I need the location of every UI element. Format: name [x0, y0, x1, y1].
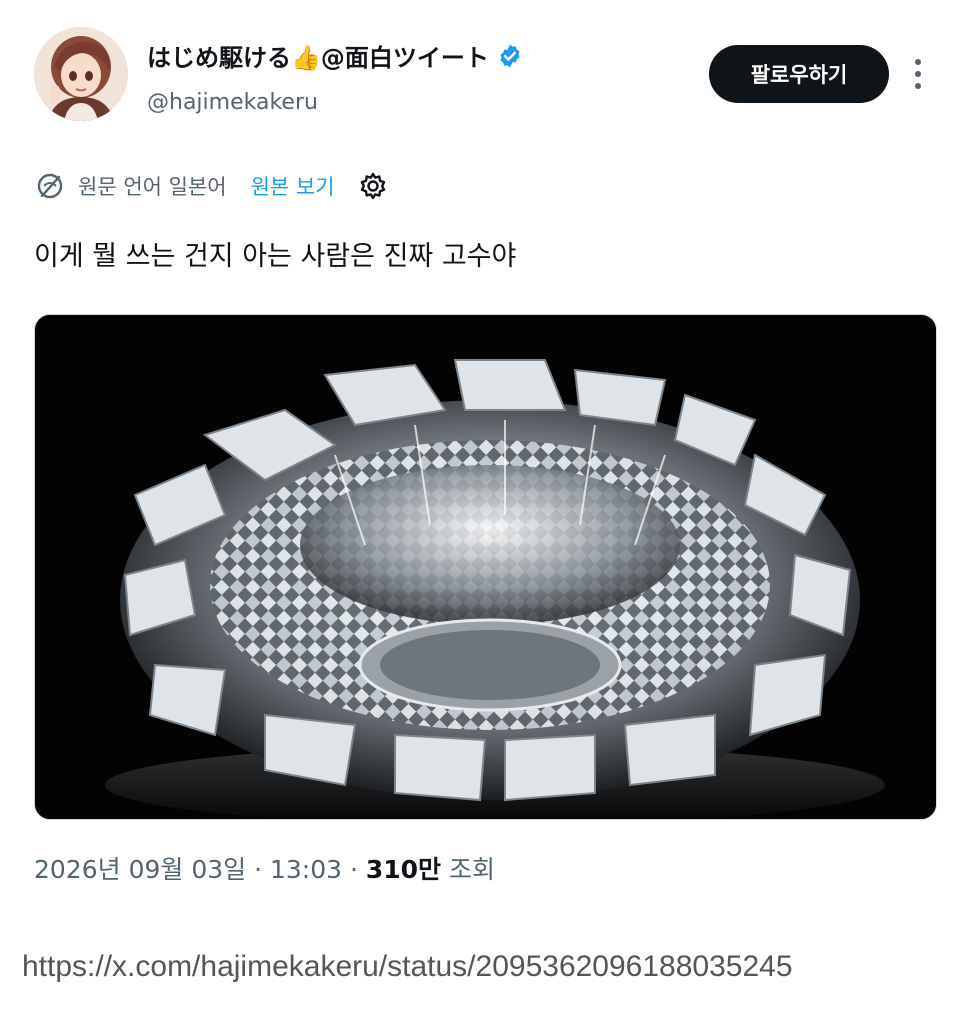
tweet-date[interactable]: 2026년 09월 03일: [34, 855, 246, 884]
settings-gear-icon[interactable]: [357, 170, 389, 202]
views-count: 310만: [365, 855, 442, 884]
translation-bar: 원문 언어 일본어 원본 보기: [34, 166, 389, 206]
avatar[interactable]: [34, 27, 128, 121]
translate-icon: [37, 173, 63, 199]
author-display-name[interactable]: はじめ駆ける👍@面白ツイート: [147, 38, 489, 73]
meta-dot: ·: [342, 855, 366, 884]
tweet-meta: 2026년 09월 03일 · 13:03 · 310만 조회: [34, 850, 495, 886]
tweet-time[interactable]: 13:03: [270, 855, 342, 884]
author-name-row: はじめ駆ける👍@面白ツイート: [147, 38, 523, 73]
tweet-header: はじめ駆ける👍@面白ツイート @hajimekakeru 팔로우하기: [0, 0, 979, 140]
tweet-text: 이게 뭘 쓰는 건지 아는 사람은 진짜 고수야: [34, 241, 517, 272]
views-label: 조회: [441, 855, 496, 884]
follow-button[interactable]: 팔로우하기: [709, 45, 889, 103]
tweet-media[interactable]: [34, 314, 937, 820]
anime-character-avatar-icon: [34, 27, 128, 121]
meta-separator: ·: [246, 855, 270, 884]
crystal-glass-ashtray-photo-icon: [35, 315, 936, 819]
original-language-label: 원문 언어 일본어: [78, 175, 227, 199]
verified-badge-icon: [500, 44, 520, 67]
author-handle[interactable]: @hajimekakeru: [147, 90, 318, 115]
source-url: https://x.com/hajimekakeru/status/209536…: [22, 950, 793, 983]
more-vertical-icon[interactable]: [908, 56, 928, 92]
show-original-link[interactable]: 원본 보기: [251, 171, 335, 201]
